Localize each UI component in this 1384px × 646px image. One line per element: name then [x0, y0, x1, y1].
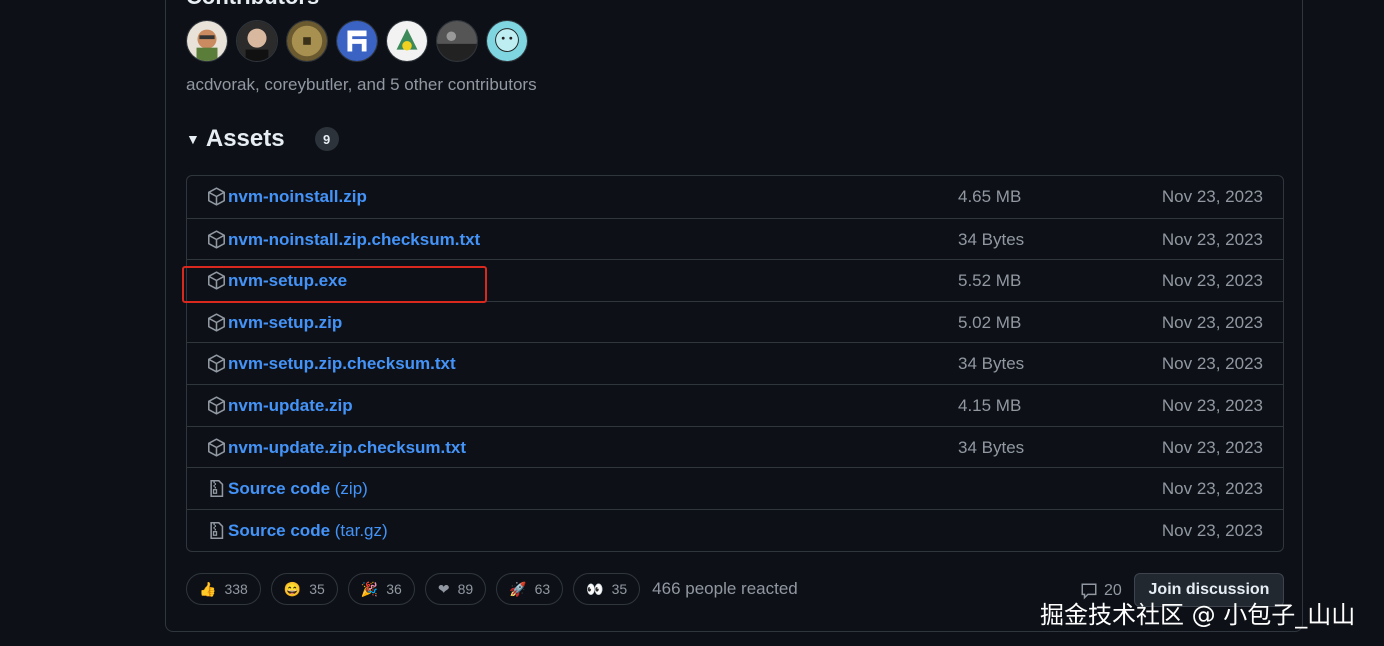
package-icon [207, 230, 226, 249]
asset-name: Source code [228, 520, 331, 540]
asset-size: 5.02 MB [958, 312, 1022, 332]
assets-count-badge: 9 [314, 127, 339, 151]
reaction-count: 63 [534, 581, 551, 597]
asset-link[interactable]: nvm-noinstall.zip.checksum.txt [228, 230, 480, 250]
reactions-summary: 466 people reacted [652, 579, 798, 598]
asset-row: nvm-update.zip.checksum.txt 34 Bytes Nov 2… [187, 425, 1283, 468]
file-zip-icon [207, 521, 226, 540]
asset-name: nvm-setup.zip [228, 312, 343, 332]
package-icon [207, 313, 226, 332]
reaction-rocket-button[interactable]: 🚀 63 [496, 573, 564, 605]
asset-date: Nov 23, 2023 [1161, 354, 1263, 374]
asset-name: nvm-setup.zip.checksum.txt [228, 354, 456, 374]
reaction-count: 35 [309, 581, 325, 597]
hooray-icon: 🎉 [360, 580, 379, 597]
asset-link[interactable]: nvm-noinstall.zip [228, 187, 367, 207]
avatar[interactable] [486, 20, 528, 62]
assets-title[interactable]: Assets [206, 125, 285, 153]
asset-date: Nov 23, 2023 [1161, 395, 1263, 415]
avatar[interactable] [186, 20, 228, 62]
asset-link[interactable]: nvm-update.zip [228, 396, 353, 416]
asset-name: nvm-update.zip.checksum.txt [228, 437, 467, 457]
reactions-bar: 👍 338 😄 35 🎉 36 ❤ 89 🚀 63 👀 35 466 people reacted [186, 573, 798, 605]
avatar[interactable] [236, 20, 278, 62]
asset-link[interactable]: nvm-setup.zip.checksum.txt [228, 354, 456, 374]
asset-date: Nov 23, 2023 [1161, 187, 1263, 206]
asset-date: Nov 23, 2023 [1161, 271, 1263, 291]
package-icon [207, 396, 226, 415]
asset-name-suffix: (zip) [330, 479, 368, 499]
asset-name: nvm-noinstall.zip.checksum.txt [228, 229, 481, 249]
contributor-avatars [186, 20, 528, 62]
asset-size: 34 Bytes [958, 437, 1025, 457]
asset-link[interactable]: Source code (zip) [228, 479, 368, 499]
asset-size: 4.15 MB [958, 395, 1022, 415]
asset-row: Source code (zip) Nov 23, 2023 [187, 467, 1283, 509]
asset-name: nvm-update.zip [228, 395, 353, 415]
reaction-hooray-button[interactable]: 🎉 36 [347, 573, 415, 605]
asset-name: nvm-noinstall.zip [228, 187, 367, 206]
reaction-thumbs-up-button[interactable]: 👍 338 [186, 573, 261, 605]
caret-down-icon[interactable]: ▼ [186, 131, 200, 147]
watermark-text: 掘金技术社区 @ 小包子_山山 [1040, 601, 1356, 629]
asset-row: nvm-setup.zip 5.02 MB Nov 23, 2023 [187, 300, 1283, 343]
package-icon [207, 437, 226, 457]
asset-row: nvm-noinstall.zip 4.65 MB Nov 23, 2023 [187, 176, 1283, 218]
asset-size: 4.65 MB [958, 187, 1022, 206]
asset-size: 5.52 MB [958, 271, 1022, 291]
asset-row: nvm-noinstall.zip.checksum.txt 34 Bytes No… [187, 217, 1283, 260]
contributors-summary: acdvorak, coreybutler, and 5 other contr… [186, 75, 537, 94]
reaction-eyes-button[interactable]: 👀 35 [573, 573, 641, 605]
package-icon [207, 187, 226, 206]
asset-link[interactable]: Source code (tar.gz) [228, 521, 388, 541]
annotation-highlight-box [182, 266, 487, 303]
laugh-icon: 😄 [283, 580, 302, 597]
contributors-heading: Contributors [186, 0, 319, 8]
avatar[interactable] [336, 20, 378, 62]
avatar[interactable] [286, 20, 328, 62]
avatar[interactable] [436, 20, 478, 62]
asset-date: Nov 23, 2023 [1161, 437, 1263, 457]
assets-header[interactable]: ▼ Assets 9 [186, 125, 339, 153]
reaction-count: 89 [457, 581, 474, 597]
reaction-laugh-button[interactable]: 😄 35 [270, 573, 338, 605]
heart-icon: ❤ [437, 580, 450, 597]
reaction-count: 338 [224, 581, 248, 597]
asset-name: Source code [228, 479, 331, 499]
package-icon [207, 354, 226, 373]
asset-name-suffix: (tar.gz) [330, 520, 388, 540]
avatar[interactable] [386, 20, 428, 62]
rocket-icon: 🚀 [509, 580, 527, 597]
asset-date: Nov 23, 2023 [1161, 520, 1263, 540]
thumbs-up-icon: 👍 [199, 580, 217, 597]
asset-row: nvm-update.zip 4.15 MB Nov 23, 2023 [187, 383, 1283, 426]
assets-list: nvm-noinstall.zip 4.65 MB Nov 23, 2023 nvm-… [186, 175, 1284, 552]
reaction-heart-button[interactable]: ❤ 89 [424, 573, 487, 605]
asset-date: Nov 23, 2023 [1161, 479, 1263, 499]
file-zip-icon [207, 479, 226, 498]
asset-date: Nov 23, 2023 [1161, 312, 1263, 332]
reaction-count: 35 [611, 581, 628, 597]
asset-row: Source code (tar.gz) Nov 23, 2023 [187, 508, 1283, 551]
asset-size: 34 Bytes [958, 229, 1025, 249]
asset-size: 34 Bytes [958, 354, 1025, 374]
eyes-icon: 👀 [586, 580, 604, 597]
asset-link[interactable]: nvm-update.zip.checksum.txt [228, 438, 466, 458]
reaction-count: 36 [386, 581, 402, 597]
asset-date: Nov 23, 2023 [1161, 229, 1263, 249]
asset-link[interactable]: nvm-setup.zip [228, 313, 342, 333]
asset-row: nvm-setup.zip.checksum.txt 34 Bytes Nov 23… [187, 342, 1283, 384]
